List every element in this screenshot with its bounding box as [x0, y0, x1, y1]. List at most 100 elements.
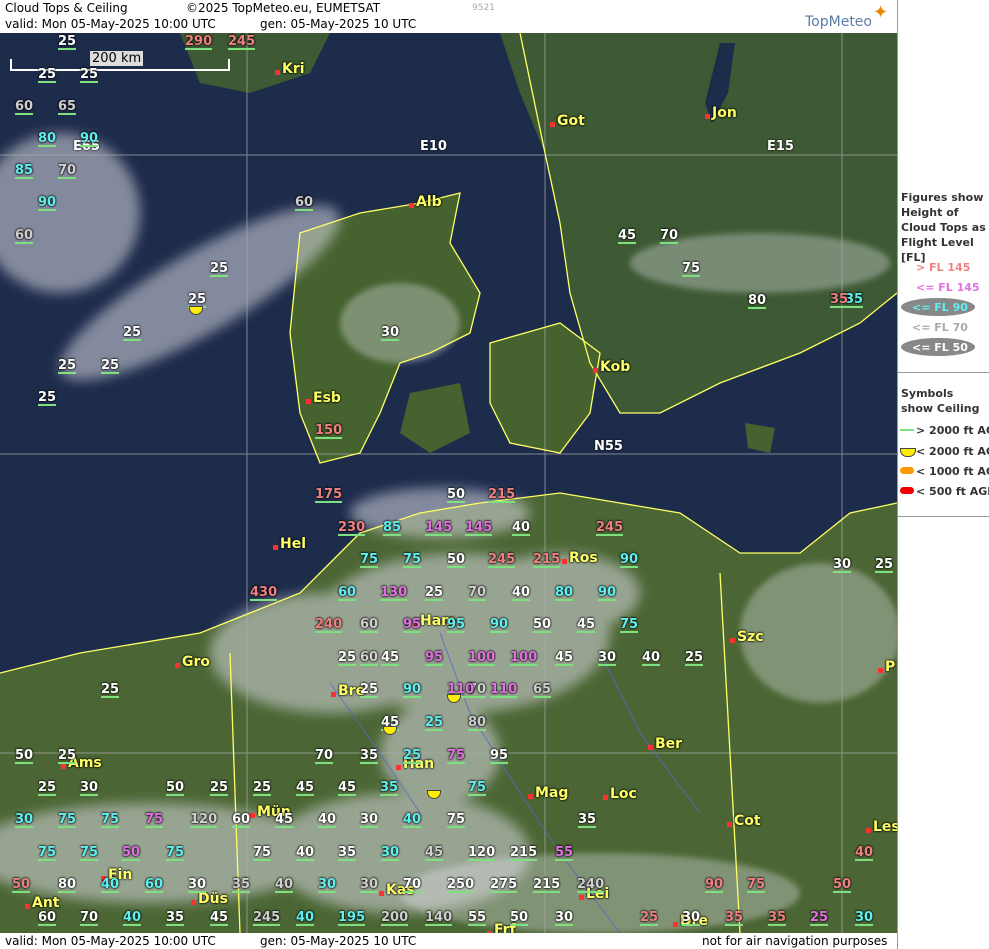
cloud-top-label: 50 — [122, 845, 141, 861]
cloud-top-label: 25 — [640, 910, 659, 926]
ceiling-2000-icon — [900, 448, 916, 457]
city-label: Got — [550, 113, 585, 129]
city-label: Esb — [306, 390, 341, 406]
copyright: ©2025 TopMeteo.eu, EUMETSAT — [186, 1, 381, 15]
cloud-top-label: 45 — [425, 845, 444, 861]
gen-time: gen: 05-May-2025 10 UTC — [260, 17, 417, 31]
city-label: Kri — [275, 61, 305, 77]
cloud-top-label: 75 — [80, 845, 99, 861]
cloud-top-label: 45 — [577, 617, 596, 633]
cloud-top-label: 50 — [12, 877, 31, 893]
cloud-top-label: 60 — [15, 228, 34, 244]
cloud-top-label: 40 — [275, 877, 294, 893]
legend-fl-3: <= FL 90 — [912, 301, 968, 314]
cloud-top-label: 30 — [188, 877, 207, 893]
cloud-top-label: 245 — [596, 520, 624, 536]
cloud-top-label: 30 — [360, 877, 379, 893]
map-background — [0, 33, 897, 933]
ceiling-1000-icon — [900, 467, 914, 474]
cloud-top-label: 75 — [360, 552, 379, 568]
cloud-top-label: 55 — [555, 845, 574, 861]
cloud-top-label: 40 — [296, 910, 315, 926]
cloud-top-label: 30 — [598, 650, 617, 666]
cloud-top-label: 35 — [166, 910, 185, 926]
ceiling-500-icon — [900, 487, 914, 494]
cloud-top-label: 90 — [38, 195, 57, 211]
cloud-top-label: 45 — [296, 780, 315, 796]
cloud-top-label: 40 — [403, 812, 422, 828]
cloud-top-label: 70 — [660, 228, 679, 244]
cloud-top-label: 95 — [490, 748, 509, 764]
cloud-top-label: 100 — [468, 650, 496, 666]
cloud-top-label: 35 — [338, 845, 357, 861]
cloud-top-label: 40 — [642, 650, 661, 666]
cloud-top-label: 90 — [403, 682, 422, 698]
cloud-top-label: 25 — [810, 910, 829, 926]
cloud-top-label: 25 — [875, 557, 894, 573]
cloud-top-label: 25 — [360, 682, 379, 698]
cloud-top-label: 145 — [425, 520, 453, 536]
cloud-top-label: 240 — [315, 617, 343, 633]
cloud-top-label: 30 — [318, 877, 337, 893]
cloud-top-label: 80 — [748, 293, 767, 309]
cloud-top-label: 70 — [80, 910, 99, 926]
cloud-top-label: 195 — [338, 910, 366, 926]
cloud-top-label: 25 — [38, 390, 57, 406]
cloud-top-label: 75 — [403, 552, 422, 568]
cloud-top-label: 30 — [833, 557, 852, 573]
cloud-top-label: 95 — [403, 617, 422, 633]
satellite-map[interactable]: 200 km Kri Got Jon Alb Kob Esb Hel Ros Ham Szc Gro… — [0, 33, 897, 933]
cloud-top-label: 75 — [747, 877, 766, 893]
cloud-top-label: 200 — [381, 910, 409, 926]
legend-fl-4: <= FL 70 — [912, 321, 968, 334]
cloud-top-label: 175 — [315, 487, 343, 503]
cloud-top-label: 100 — [510, 650, 538, 666]
cloud-top-label: 50 — [447, 487, 466, 503]
cloud-top-label: 85 — [15, 163, 34, 179]
cloud-top-label: 30 — [15, 812, 34, 828]
city-label: P — [877, 659, 896, 675]
cloud-top-label: 35 — [768, 910, 787, 926]
cloud-top-label: 75 — [468, 780, 487, 796]
cloud-top-label: 60 — [38, 910, 57, 926]
header: Cloud Tops & Ceiling ©2025 TopMeteo.eu, … — [0, 0, 897, 33]
city-label: Jon — [705, 105, 737, 121]
product-code: 9521 — [472, 3, 495, 13]
footer-gen: gen: 05-May-2025 10 UTC — [260, 934, 417, 948]
cloud-top-label: 25 — [101, 358, 120, 374]
city-label: Ber — [647, 736, 683, 752]
cloud-top-label: 70 — [315, 748, 334, 764]
cloud-top-label: 35 — [232, 877, 251, 893]
cloud-top-label: 75 — [166, 845, 185, 861]
cloud-top-label: 75 — [447, 812, 466, 828]
cloud-top-label: 45 — [338, 780, 357, 796]
cloud-top-label: 120 — [190, 812, 218, 828]
cloud-top-label: 60 — [15, 99, 34, 115]
cloud-top-label: 35 — [725, 910, 744, 926]
cloud-top-label: 40 — [318, 812, 337, 828]
cloud-top-label: 60 — [295, 195, 314, 211]
cloud-top-label: 25 — [58, 748, 77, 764]
cloud-top-label: 30 — [381, 325, 400, 341]
cloud-top-label: 80 — [555, 585, 574, 601]
city-label: Ant — [25, 895, 60, 911]
cloud-top-label: 30 — [360, 812, 379, 828]
city-label: Gro — [174, 654, 211, 670]
cloud-top-label: 75 — [145, 812, 164, 828]
cloud-top-label: 25 — [58, 34, 77, 50]
legend-sym-1: > 2000 ft AGL — [916, 424, 989, 437]
cloud-top-label: 40 — [123, 910, 142, 926]
footer: valid: Mon 05-May-2025 10:00 UTC gen: 05… — [0, 933, 897, 949]
cloud-top-label: 35 — [830, 292, 849, 308]
cloud-top-label: 50 — [533, 617, 552, 633]
cloud-top-label: 215 — [533, 552, 561, 568]
cloud-top-label: 40 — [512, 585, 531, 601]
cloud-top-label: 25 — [403, 748, 422, 764]
cloud-top-label: 65 — [533, 682, 552, 698]
cloud-top-label: 35 — [360, 748, 379, 764]
footer-valid: valid: Mon 05-May-2025 10:00 UTC — [5, 934, 216, 948]
cloud-top-label: 80 — [58, 877, 77, 893]
legend-fl-1: > FL 145 — [916, 261, 971, 274]
cloud-top-label: 40 — [101, 877, 120, 893]
cloud-top-label: 25 — [210, 261, 229, 277]
